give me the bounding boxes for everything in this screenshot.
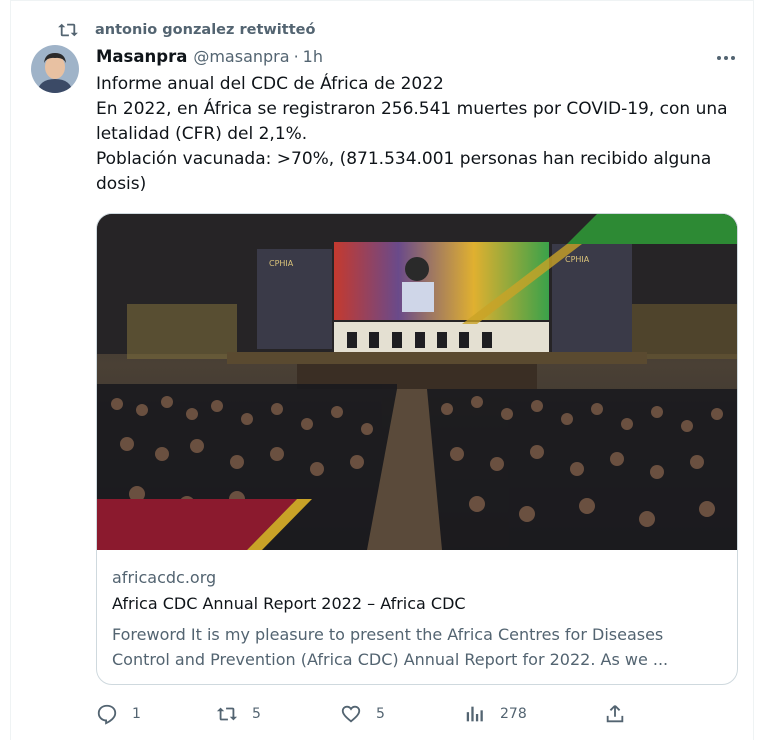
author-name[interactable]: Masanpra	[96, 47, 187, 66]
views-button[interactable]: 278	[464, 701, 527, 727]
avatar[interactable]	[31, 45, 79, 93]
more-options-icon[interactable]	[715, 49, 737, 67]
tweet-header: Masanpra @masanpra · 1h	[96, 47, 323, 66]
screen-brand-left: CPHIA	[269, 259, 294, 268]
retweet-count: 5	[252, 706, 261, 722]
share-button[interactable]	[604, 701, 626, 727]
retweet-button[interactable]: 5	[216, 701, 261, 727]
screen-brand-right: CPHIA	[565, 255, 590, 264]
separator-dot: ·	[293, 47, 299, 66]
views-icon	[466, 706, 483, 722]
reply-count: 1	[132, 706, 141, 722]
card-title[interactable]: Africa CDC Annual Report 2022 – Africa C…	[112, 594, 466, 613]
views-count: 278	[500, 706, 527, 722]
card-domain: africacdc.org	[112, 568, 217, 587]
share-icon	[606, 705, 624, 723]
like-button[interactable]: 5	[340, 701, 385, 727]
retweet-label[interactable]: antonio gonzalez retwitteó	[95, 22, 315, 38]
avatar-image	[31, 45, 79, 93]
tweet-line: Informe anual del CDC de África de 2022	[96, 74, 444, 94]
tweet-line: En 2022, en África se registraron 256.54…	[96, 99, 728, 144]
tweet-text: Informe anual del CDC de África de 2022 …	[96, 72, 736, 197]
tweet-time[interactable]: 1h	[303, 47, 323, 66]
author-handle[interactable]: @masanpra	[193, 47, 289, 66]
reply-icon	[97, 704, 117, 725]
tweet-actions: 1 5 5 278	[96, 701, 736, 727]
link-card[interactable]: CPHIA CPHIA africacdc.org Africa CDC Ann…	[96, 213, 738, 685]
heart-icon	[341, 705, 361, 723]
card-description: Foreword It is my pleasure to present th…	[112, 625, 669, 669]
tweet-article[interactable]: antonio gonzalez retwitteó Masanpra @mas…	[10, 0, 754, 740]
like-count: 5	[376, 706, 385, 722]
card-image[interactable]: CPHIA CPHIA	[97, 214, 737, 550]
tweet-line: Población vacunada: >70%, (871.534.001 p…	[96, 149, 712, 194]
retweet-icon	[58, 23, 78, 37]
reply-button[interactable]: 1	[96, 701, 141, 727]
retweet-action-icon	[216, 707, 238, 721]
retweet-context: antonio gonzalez retwitteó	[58, 19, 315, 41]
